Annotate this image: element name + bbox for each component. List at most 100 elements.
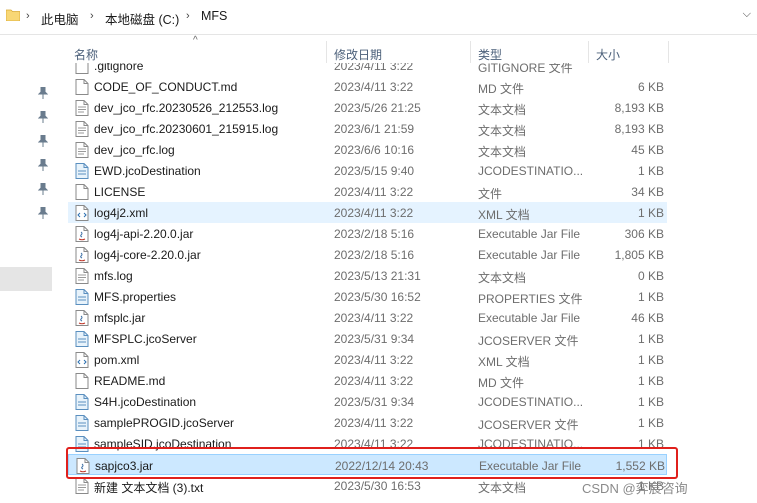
text-file-icon xyxy=(75,268,89,284)
file-size: 1 KB xyxy=(637,290,664,304)
file-date: 2023/5/26 21:25 xyxy=(334,101,421,115)
file-type: 文本文档 xyxy=(478,271,527,285)
pin-icon[interactable] xyxy=(38,183,48,195)
file-row[interactable]: pom.xml 2023/4/11 3:22 XML 文档 1 KB xyxy=(68,349,667,370)
file-size: 0 KB xyxy=(637,269,664,283)
file-date: 2023/4/11 3:22 xyxy=(334,374,414,388)
breadcrumb-local-disk[interactable]: 本地磁盘 (C:) xyxy=(105,9,179,28)
xml-file-icon xyxy=(75,205,89,221)
file-type: JCODESTINATIO... xyxy=(478,164,584,178)
file-row[interactable]: LICENSE 2023/4/11 3:22 文件 34 KB xyxy=(68,181,667,202)
file-name: log4j-api-2.20.0.jar xyxy=(94,227,194,241)
file-date: 2023/2/18 5:16 xyxy=(334,227,415,241)
file-name: mfsplc.jar xyxy=(94,311,146,325)
file-name: CODE_OF_CONDUCT.md xyxy=(94,80,238,94)
column-divider[interactable] xyxy=(588,41,589,63)
sort-ascending-icon: ^ xyxy=(193,35,198,46)
file-row[interactable]: log4j-api-2.20.0.jar 2023/2/18 5:16 Execut… xyxy=(68,223,667,244)
breadcrumb-this-pc[interactable]: 此电脑 xyxy=(41,9,79,28)
file-date: 2023/5/30 16:53 xyxy=(334,479,421,493)
file-name: MFS.properties xyxy=(94,290,177,304)
file-size: 1 KB xyxy=(637,395,664,409)
file-name: EWD.jcoDestination xyxy=(94,164,201,178)
config-file-icon xyxy=(75,163,89,179)
pin-icon[interactable] xyxy=(38,87,48,99)
file-row[interactable]: EWD.jcoDestination 2023/5/15 9:40 JCODESTI… xyxy=(68,160,667,181)
file-name: pom.xml xyxy=(94,353,140,367)
file-name: S4H.jcoDestination xyxy=(94,395,197,409)
file-date: 2023/5/30 16:52 xyxy=(334,290,421,304)
file-type: 文本文档 xyxy=(478,145,527,159)
file-date: 2023/4/11 3:22 xyxy=(334,311,414,325)
nav-selected-item[interactable] xyxy=(0,267,52,291)
breadcrumb-mfs[interactable]: MFS xyxy=(201,9,227,23)
file-name: log4j2.xml xyxy=(94,206,149,220)
file-date: 2023/2/18 5:16 xyxy=(334,248,415,262)
file-size: 1,805 KB xyxy=(614,248,664,262)
pin-icon[interactable] xyxy=(38,207,48,219)
file-date: 2023/4/11 3:22 xyxy=(334,206,414,220)
text-file-icon xyxy=(75,121,89,137)
file-type: JCOSERVER 文件 xyxy=(478,418,579,432)
breadcrumb-separator-icon: › xyxy=(186,10,190,22)
file-date: 2023/6/1 21:59 xyxy=(334,122,415,136)
column-divider[interactable] xyxy=(668,41,669,63)
column-header-bar: ^ 名称 修改日期 类型 大小 xyxy=(62,35,757,63)
file-name: README.md xyxy=(94,374,166,388)
file-date: 2023/6/6 10:16 xyxy=(334,143,415,157)
file-row[interactable]: dev_jco_rfc.20230601_215915.log 2023/6/1 … xyxy=(68,118,667,139)
file-name: 新建 文本文档 (3).txt xyxy=(94,481,204,495)
generic-file-icon xyxy=(75,373,89,389)
text-file-icon xyxy=(75,100,89,116)
file-date: 2023/5/31 9:34 xyxy=(334,332,415,346)
file-row[interactable]: .gitignore 2023/4/11 3:22 GITIGNORE 文件 xyxy=(68,63,667,76)
file-type: XML 文档 xyxy=(478,208,530,222)
column-divider[interactable] xyxy=(470,41,471,63)
file-row[interactable]: MFSPLC.jcoServer 2023/5/31 9:34 JCOSERVER … xyxy=(68,328,667,349)
xml-file-icon xyxy=(75,352,89,368)
pin-icon[interactable] xyxy=(38,159,48,171)
address-dropdown-icon[interactable]: ⌵ xyxy=(743,8,751,21)
file-row[interactable]: mfsplc.jar 2023/4/11 3:22 Executable Jar F… xyxy=(68,307,667,328)
column-header-size[interactable]: 大小 xyxy=(596,46,620,63)
jar-file-icon xyxy=(75,226,89,242)
column-header-date[interactable]: 修改日期 xyxy=(334,46,382,63)
config-file-icon xyxy=(75,415,89,431)
file-row[interactable]: README.md 2023/4/11 3:22 MD 文件 1 KB xyxy=(68,370,667,391)
file-name: dev_jco_rfc.log xyxy=(94,143,175,157)
file-row[interactable]: CODE_OF_CONDUCT.md 2023/4/11 3:22 MD 文件 6 K… xyxy=(68,76,667,97)
column-divider[interactable] xyxy=(326,41,327,63)
file-type: MD 文件 xyxy=(478,376,524,390)
file-row[interactable]: MFS.properties 2023/5/30 16:52 PROPERTIES … xyxy=(68,286,667,307)
file-row[interactable]: mfs.log 2023/5/13 21:31 文本文档 0 KB xyxy=(68,265,667,286)
column-header-type[interactable]: 类型 xyxy=(478,46,502,63)
pin-icon[interactable] xyxy=(38,111,48,123)
file-name: dev_jco_rfc.20230526_212553.log xyxy=(94,101,279,115)
config-file-icon xyxy=(75,331,89,347)
column-header-name[interactable]: 名称 xyxy=(74,46,98,63)
file-row[interactable]: dev_jco_rfc.log 2023/6/6 10:16 文本文档 45 KB xyxy=(68,139,667,160)
text-file-icon xyxy=(75,478,89,494)
file-row[interactable]: S4H.jcoDestination 2023/5/31 9:34 JCODESTI… xyxy=(68,391,667,412)
file-row[interactable]: log4j-core-2.20.0.jar 2023/2/18 5:16 Execu… xyxy=(68,244,667,265)
folder-icon xyxy=(6,9,20,21)
file-row[interactable]: dev_jco_rfc.20230526_212553.log 2023/5/26… xyxy=(68,97,667,118)
file-type: JCODESTINATIO... xyxy=(478,395,584,409)
file-size: 1 KB xyxy=(637,353,664,367)
file-size: 8,193 KB xyxy=(614,122,664,136)
file-date: 2023/4/11 3:22 xyxy=(334,185,414,199)
file-row[interactable]: samplePROGID.jcoServer 2023/4/11 3:22 JCOS… xyxy=(68,412,667,433)
file-name: .gitignore xyxy=(94,63,144,73)
file-type: XML 文档 xyxy=(478,355,530,369)
breadcrumb-separator-icon: › xyxy=(90,10,94,22)
file-size: 8,193 KB xyxy=(614,101,664,115)
address-bar[interactable]: › 此电脑 › 本地磁盘 (C:) › MFS ⌵ xyxy=(0,0,757,35)
text-file-icon xyxy=(75,142,89,158)
file-size: 34 KB xyxy=(631,185,664,199)
config-file-icon xyxy=(75,289,89,305)
file-date: 2023/4/11 3:22 xyxy=(334,353,414,367)
pin-icon[interactable] xyxy=(38,135,48,147)
file-row[interactable]: log4j2.xml 2023/4/11 3:22 XML 文档 1 KB xyxy=(68,202,667,223)
file-date: 2023/4/11 3:22 xyxy=(334,80,414,94)
generic-file-icon xyxy=(75,79,89,95)
